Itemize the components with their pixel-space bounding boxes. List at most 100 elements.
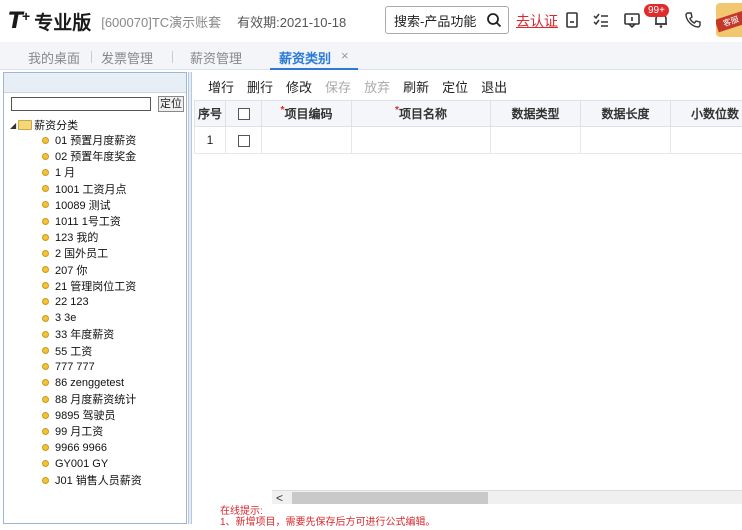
- active-tab-underline: [270, 68, 358, 70]
- tree-item-label: 10089 测试: [55, 199, 111, 212]
- tree-node-icon: [42, 282, 49, 290]
- scrollbar-thumb[interactable]: [292, 492, 488, 504]
- tree-node-icon: [42, 476, 49, 484]
- refresh-button[interactable]: 刷新: [403, 77, 429, 96]
- tree-item[interactable]: 3 3e: [42, 310, 142, 326]
- tree-item-label: GY001 GY: [55, 457, 109, 470]
- tree-collapse-icon[interactable]: ◢: [10, 121, 16, 130]
- delete-row-button[interactable]: 删行: [247, 77, 273, 96]
- cell-data-length[interactable]: [580, 126, 671, 154]
- tree-item[interactable]: 01 预置月度薪资: [42, 132, 142, 148]
- category-tree-panel: 定位 ◢ 薪资分类 01 预置月度薪资 02 预置年度奖金 1 月 1001 工资月点…: [3, 72, 187, 524]
- add-row-button[interactable]: 增行: [208, 77, 234, 96]
- modify-button[interactable]: 修改: [286, 77, 312, 96]
- horizontal-scrollbar[interactable]: <: [272, 490, 742, 505]
- tree-node-icon: [42, 168, 49, 176]
- tab-salary-category[interactable]: 薪资类别: [279, 48, 331, 67]
- col-item-name: *项目名称: [351, 100, 491, 127]
- certify-link[interactable]: 去认证: [516, 11, 558, 31]
- tree-item[interactable]: 33 年度薪资: [42, 326, 142, 342]
- tree-node-icon: [42, 185, 49, 193]
- tree-item-label: 1011 1号工资: [55, 216, 121, 229]
- tab-invoice-management[interactable]: 发票管理: [101, 48, 153, 67]
- tree-node-icon: [42, 233, 49, 241]
- tree-item[interactable]: 02 预置年度奖金: [42, 148, 142, 164]
- tree-node-icon: [42, 136, 49, 144]
- search-icon[interactable]: [486, 12, 502, 28]
- tree-item[interactable]: 9895 驾驶员: [42, 407, 142, 423]
- tab-salary-management[interactable]: 薪资管理: [190, 48, 242, 67]
- tree-item[interactable]: 99 月工资: [42, 423, 142, 439]
- tree-item[interactable]: 1001 工资月点: [42, 181, 142, 197]
- tree-item[interactable]: 88 月度薪资统计: [42, 391, 142, 407]
- tree-item[interactable]: GY001 GY: [42, 456, 142, 472]
- phone-icon[interactable]: [684, 11, 702, 29]
- tree-item[interactable]: 22 123: [42, 294, 142, 310]
- tree-item-label: 1001 工资月点: [55, 183, 127, 196]
- tree-node-icon: [42, 460, 49, 468]
- logo-t: T: [8, 8, 23, 34]
- online-hint: 在线提示: 1、新增项目，需要先保存后方可进行公式编辑。: [220, 506, 436, 528]
- tree-item-label: 21 管理岗位工资: [55, 280, 137, 293]
- tree-item-label: 86 zenggetest: [55, 376, 125, 389]
- tree-item[interactable]: 10089 测试: [42, 197, 142, 213]
- tree-item-label: 777 777: [55, 360, 95, 373]
- tree-node-icon: [42, 266, 49, 274]
- tree-item[interactable]: 9966 9966: [42, 440, 142, 456]
- tree-root-label: 薪资分类: [34, 120, 79, 132]
- tree-item-label: 1 月: [55, 167, 76, 180]
- message-icon[interactable]: [623, 11, 641, 29]
- cell-decimal-places[interactable]: [670, 126, 742, 154]
- tree-node-icon: [42, 217, 49, 225]
- salary-item-grid: 序号 *项目编码 *项目名称 数据类型 数据长度 小数位数 1: [194, 100, 742, 154]
- logo-plus: +: [22, 8, 31, 24]
- tab-separator: [172, 51, 173, 63]
- tree-node-icon: [42, 427, 49, 435]
- task-list-icon[interactable]: [592, 11, 610, 29]
- locate-button[interactable]: 定位: [442, 77, 468, 96]
- select-all-checkbox[interactable]: [237, 108, 250, 121]
- tree-root-node[interactable]: ◢ 薪资分类: [10, 117, 78, 133]
- col-item-code-label: 项目编码: [284, 107, 333, 121]
- tab-my-desktop[interactable]: 我的桌面: [28, 48, 80, 67]
- col-item-code: *项目编码: [261, 100, 352, 127]
- panel-splitter[interactable]: [188, 72, 192, 524]
- tree-item[interactable]: 21 管理岗位工资: [42, 278, 142, 294]
- tree-item[interactable]: 55 工资: [42, 342, 142, 358]
- tree-item[interactable]: 86 zenggetest: [42, 375, 142, 391]
- tree-item[interactable]: 1011 1号工资: [42, 213, 142, 229]
- tree-search-input[interactable]: [11, 97, 151, 111]
- cell-item-name[interactable]: [351, 126, 491, 154]
- scroll-left-icon[interactable]: <: [276, 491, 283, 505]
- tree-items: 01 预置月度薪资 02 预置年度奖金 1 月 1001 工资月点 10089 测试 10…: [42, 132, 142, 488]
- top-header: T + 专业版 [600070]TC演示账套 有效期:2021-10-18 搜索…: [0, 0, 742, 42]
- search-input[interactable]: 搜索-产品功能: [385, 6, 509, 34]
- cell-data-type[interactable]: [490, 126, 581, 154]
- cell-item-code[interactable]: [261, 126, 352, 154]
- tree-node-icon: [42, 249, 49, 257]
- save-disk-icon[interactable]: [563, 11, 581, 29]
- table-row[interactable]: 1: [194, 126, 742, 154]
- tree-item-label: 02 预置年度奖金: [55, 151, 137, 164]
- tree-item[interactable]: 2 国外员工: [42, 245, 142, 261]
- col-data-length: 数据长度: [580, 100, 671, 127]
- tree-item[interactable]: 777 777: [42, 359, 142, 375]
- tab-close-icon[interactable]: ×: [341, 48, 349, 63]
- tree-item[interactable]: 1 月: [42, 164, 142, 180]
- tree-item[interactable]: J01 销售人员薪资: [42, 472, 142, 488]
- tree-item-label: 88 月度薪资统计: [55, 394, 137, 407]
- tree-item[interactable]: 123 我的: [42, 229, 142, 245]
- tree-panel-header: [4, 73, 186, 93]
- row-select[interactable]: [225, 126, 262, 154]
- save-button[interactable]: 保存: [325, 77, 351, 96]
- col-select-all[interactable]: [225, 100, 262, 127]
- tree-locate-button[interactable]: 定位: [158, 96, 184, 112]
- row-checkbox[interactable]: [237, 134, 250, 147]
- tree-node-icon: [42, 201, 49, 209]
- tree-item-label: 2 国外员工: [55, 248, 109, 261]
- exit-button[interactable]: 退出: [481, 77, 507, 96]
- tree-item[interactable]: 207 你: [42, 262, 142, 278]
- abandon-button[interactable]: 放弃: [364, 77, 390, 96]
- avatar-tag: 客服: [716, 10, 742, 33]
- customer-service-avatar[interactable]: 客服: [716, 3, 742, 37]
